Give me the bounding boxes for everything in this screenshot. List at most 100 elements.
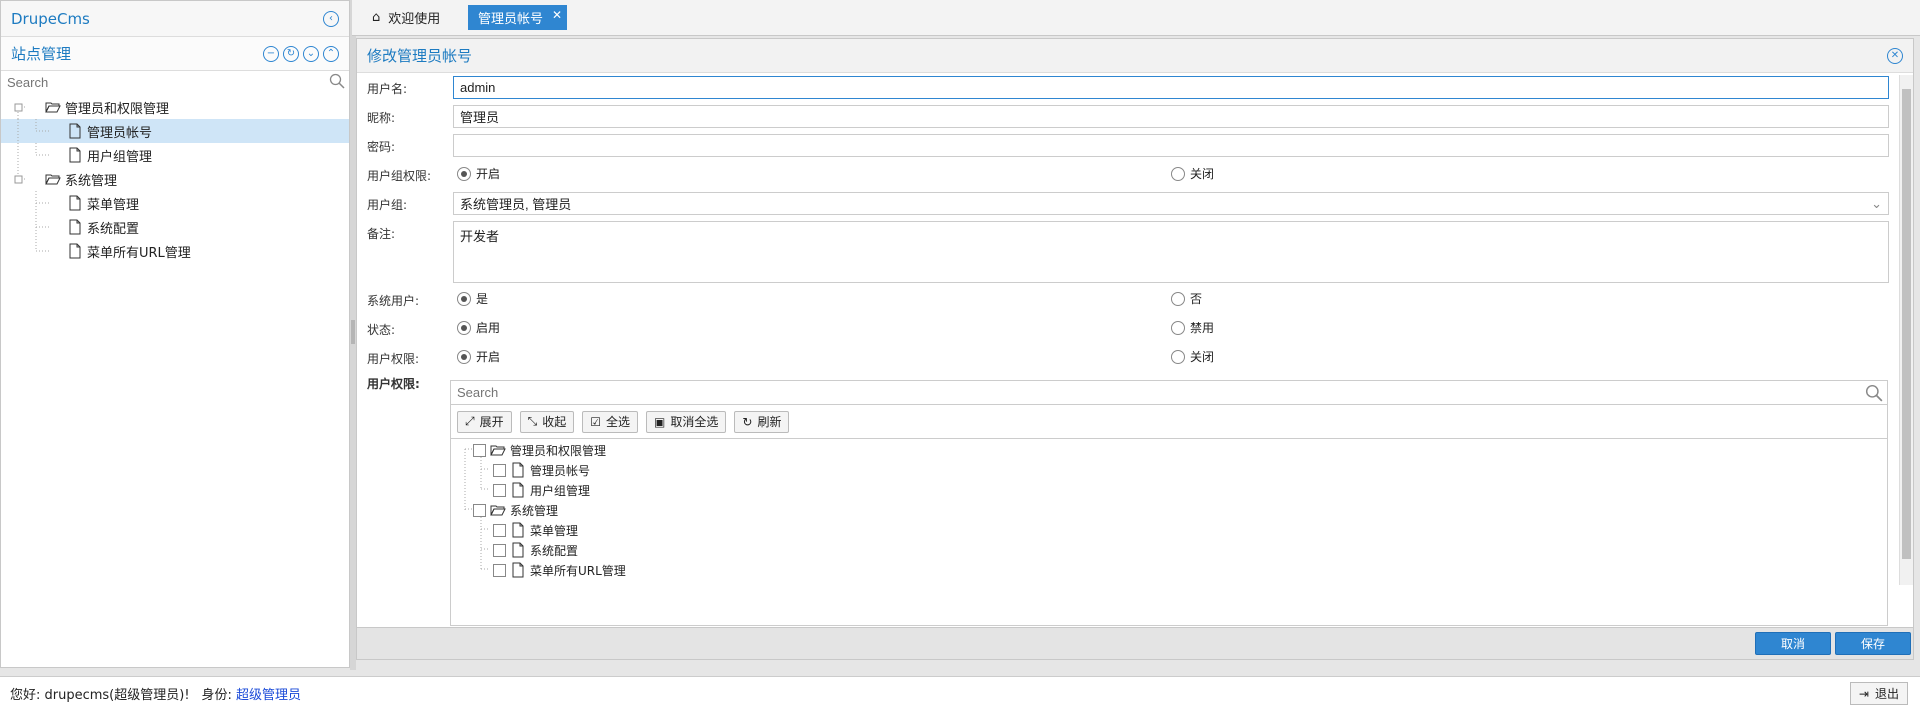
group-perm-label: 用户组权限:: [367, 169, 432, 183]
tree-item-menu-url[interactable]: 菜单所有URL管理: [1, 239, 349, 263]
deselect-all-button[interactable]: ▣ 取消全选: [646, 410, 727, 433]
perm-tree-item-admin-perm[interactable]: 管理员和权限管理: [473, 439, 606, 461]
close-icon[interactable]: ✕: [552, 8, 562, 22]
minus-icon[interactable]: −: [263, 45, 279, 62]
sidebar: DrupeCms ‹ 站点管理 − ↻ ⌄ ⌃ 管理员和权限管理 管理员帐号: [0, 0, 350, 668]
perm-tree-item-sysconfig[interactable]: 系统配置: [493, 539, 578, 561]
sidebar-search: [1, 71, 349, 93]
perm-tree-item-admin-account[interactable]: 管理员帐号: [493, 459, 590, 481]
tree-item-user-group[interactable]: 用户组管理: [1, 143, 349, 167]
sidebar-search-input[interactable]: [1, 71, 349, 93]
refresh-button[interactable]: ↻ 刷新: [734, 410, 790, 433]
radio-label: 否: [1190, 292, 1203, 306]
file-icon: [67, 147, 83, 163]
status-enable-radio[interactable]: 启用: [457, 319, 500, 336]
folder-open-icon: [490, 502, 506, 518]
group-label: 用户组:: [367, 198, 408, 212]
tree-item-system[interactable]: 系统管理: [1, 167, 349, 191]
cancel-button[interactable]: 取消: [1755, 632, 1831, 655]
expand-button[interactable]: ⤢ 展开: [457, 410, 512, 433]
perm-tree-label: 系统配置: [530, 543, 579, 558]
perm-tree-item-system[interactable]: 系统管理: [473, 499, 558, 521]
system-user-yes-radio[interactable]: 是: [457, 290, 488, 307]
user-perm-on-radio[interactable]: 开启: [457, 348, 500, 365]
radio-label: 是: [476, 292, 489, 306]
scroll-thumb[interactable]: [1902, 89, 1911, 559]
radio-label: 开启: [476, 350, 501, 364]
tab-welcome[interactable]: ⌂ 欢迎使用: [362, 5, 450, 30]
group-perm-on-radio[interactable]: 开启: [457, 165, 500, 182]
checkbox[interactable]: [493, 523, 506, 537]
collapse-sidebar-icon[interactable]: ‹: [323, 10, 339, 27]
group-perm-off-radio[interactable]: 关闭: [1171, 165, 1214, 182]
checkbox[interactable]: [493, 543, 506, 557]
tree-item-admin-account[interactable]: 管理员帐号: [1, 119, 349, 143]
checkbox[interactable]: [473, 503, 486, 517]
perm-tree-item-user-group[interactable]: 用户组管理: [493, 479, 590, 501]
chevron-down-icon: ⌄: [1871, 195, 1882, 211]
logout-button[interactable]: ⇥ 退出: [1849, 682, 1908, 705]
tree-item-menu[interactable]: 菜单管理: [1, 191, 349, 215]
group-select-value: 系统管理员, 管理员: [460, 197, 572, 212]
collapse-icon: ⤡: [527, 414, 538, 428]
radio-icon: [1171, 291, 1185, 306]
tree-item-label: 系统配置: [87, 221, 140, 237]
perm-tree-label: 菜单管理: [530, 523, 579, 538]
form-header: 修改管理员帐号 ✕: [357, 39, 1913, 73]
tree-item-label: 管理员帐号: [87, 125, 153, 141]
password-label: 密码:: [367, 140, 396, 154]
button-label: 收起: [542, 415, 567, 429]
identity-value: 超级管理员: [235, 688, 301, 703]
perm-search-input[interactable]: [451, 381, 1887, 403]
tree-lines: [35, 215, 49, 239]
checkbox[interactable]: [473, 443, 486, 457]
form-scrollbar[interactable]: [1899, 75, 1913, 585]
file-icon: [510, 542, 526, 558]
radio-checked-icon: [457, 349, 471, 364]
tree-item-sysconfig[interactable]: 系统配置: [1, 215, 349, 239]
radio-label: 开启: [476, 167, 501, 181]
tab-admin-account[interactable]: 管理员帐号 ✕: [468, 5, 568, 30]
search-icon[interactable]: [1865, 384, 1883, 406]
tree-item-admin-perm[interactable]: 管理员和权限管理: [1, 95, 349, 119]
username-field[interactable]: admin: [453, 76, 1889, 99]
collapse-button[interactable]: ⤡ 收起: [519, 410, 575, 433]
perm-search: [451, 381, 1887, 405]
file-icon: [510, 482, 526, 498]
folder-open-icon: [490, 442, 506, 458]
app-header: DrupeCms ‹: [1, 1, 349, 37]
search-icon[interactable]: [329, 73, 345, 93]
close-panel-icon[interactable]: ✕: [1887, 47, 1903, 64]
select-all-button[interactable]: ☑ 全选: [582, 410, 639, 433]
permission-tree-box: ⤢ 展开 ⤡ 收起 ☑ 全选 ▣ 取消全选 ↻ 刷新 管理员和权限管理 管理员帐号: [450, 380, 1888, 626]
chevron-up-icon[interactable]: ⌃: [323, 45, 339, 62]
checkbox[interactable]: [493, 483, 506, 497]
password-field[interactable]: [453, 134, 1889, 157]
panel-title: 站点管理: [11, 45, 72, 63]
perm-tree-label: 菜单所有URL管理: [530, 563, 626, 578]
save-button[interactable]: 保存: [1835, 632, 1911, 655]
perm-tree-item-menu[interactable]: 菜单管理: [493, 519, 578, 541]
button-label: 全选: [606, 415, 631, 429]
status-disable-radio[interactable]: 禁用: [1171, 319, 1214, 336]
form-footer: 取消 保存: [356, 628, 1914, 660]
tree-item-label: 管理员和权限管理: [65, 101, 170, 117]
perm-tree-item-menu-url[interactable]: 菜单所有URL管理: [493, 559, 626, 581]
radio-icon: [1171, 320, 1185, 335]
refresh-icon[interactable]: ↻: [283, 45, 299, 62]
checkbox[interactable]: [493, 563, 506, 577]
user-perm-off-radio[interactable]: 关闭: [1171, 348, 1214, 365]
nickname-field[interactable]: 管理员: [453, 105, 1889, 128]
tree-lines: [14, 103, 27, 119]
tree-item-label: 用户组管理: [87, 149, 153, 165]
group-select[interactable]: 系统管理员, 管理员 ⌄: [453, 192, 1889, 215]
checkbox[interactable]: [493, 463, 506, 477]
status-label: 状态:: [367, 323, 396, 337]
system-user-no-radio[interactable]: 否: [1171, 290, 1202, 307]
splitter-grip[interactable]: [351, 320, 355, 344]
remark-textarea[interactable]: 开发者: [453, 221, 1889, 283]
status-bar: 您好: drupecms(超级管理员)! 身份: 超级管理员 ⇥ 退出: [0, 676, 1920, 710]
tab-label: 管理员帐号: [478, 12, 544, 27]
button-label: 展开: [479, 415, 504, 429]
chevron-down-icon[interactable]: ⌄: [303, 45, 319, 62]
